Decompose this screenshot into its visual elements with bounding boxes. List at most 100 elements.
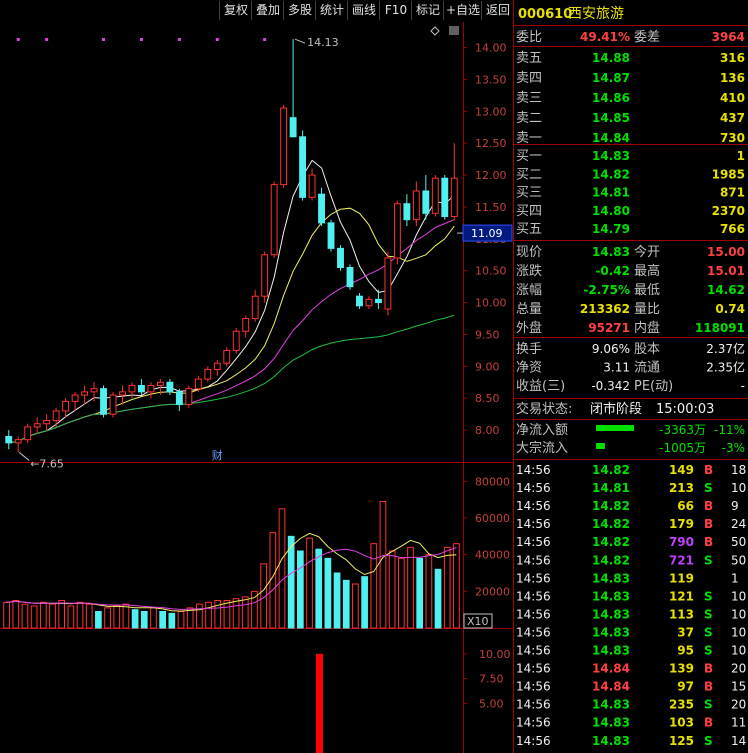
volume-bar[interactable] xyxy=(453,543,460,629)
volume-bar[interactable] xyxy=(39,601,47,629)
candle-body[interactable] xyxy=(223,349,231,364)
candle-body[interactable] xyxy=(175,391,183,406)
candle-body[interactable] xyxy=(441,177,449,217)
candle-body[interactable] xyxy=(33,423,41,428)
volume-bar[interactable] xyxy=(159,611,166,629)
candle-body[interactable] xyxy=(43,420,51,425)
candle-body[interactable] xyxy=(403,203,411,221)
toolbar-button[interactable]: 叠加 xyxy=(251,1,284,20)
candle-body[interactable] xyxy=(128,384,136,393)
volume-bar[interactable] xyxy=(95,611,102,629)
volume-bar[interactable] xyxy=(434,568,442,629)
volume-bar[interactable] xyxy=(67,605,75,629)
volume-bar[interactable] xyxy=(140,611,148,629)
volume-bar[interactable] xyxy=(352,583,359,629)
toolbar-button[interactable]: 标记 xyxy=(411,1,444,20)
volume-bar[interactable] xyxy=(131,609,139,629)
volume-bar[interactable] xyxy=(361,576,368,629)
volume-bar[interactable] xyxy=(342,579,350,629)
volume-bar[interactable] xyxy=(30,605,38,629)
volume-bar[interactable] xyxy=(223,600,231,629)
candle-body[interactable] xyxy=(393,203,401,259)
volume-bar[interactable] xyxy=(104,607,111,629)
candle-body[interactable] xyxy=(71,394,79,402)
candle-body[interactable] xyxy=(384,257,392,310)
volume-bar[interactable] xyxy=(425,554,433,629)
scroll-icon[interactable] xyxy=(449,26,459,35)
candle-body[interactable] xyxy=(156,381,164,386)
volume-bar[interactable] xyxy=(397,557,405,629)
volume-bar[interactable] xyxy=(407,546,414,629)
volume-bar[interactable] xyxy=(241,596,249,629)
candle-body[interactable] xyxy=(308,174,316,198)
volume-bar[interactable] xyxy=(150,607,157,629)
candle-body[interactable] xyxy=(289,117,297,138)
candle-body[interactable] xyxy=(14,439,22,444)
volume-bar[interactable] xyxy=(333,572,341,629)
candle-body[interactable] xyxy=(422,190,430,214)
volume-bar[interactable] xyxy=(379,501,387,629)
volume-bar[interactable] xyxy=(388,550,396,629)
candle-body[interactable] xyxy=(194,378,202,390)
candle-body[interactable] xyxy=(147,384,155,393)
volume-bar[interactable] xyxy=(85,603,93,629)
toolbar-button[interactable]: 返回 xyxy=(481,1,514,20)
volume-bar[interactable] xyxy=(49,603,56,629)
volume-bar[interactable] xyxy=(168,612,176,629)
volume-bar[interactable] xyxy=(205,601,212,629)
volume-bar[interactable] xyxy=(232,598,240,629)
kline-chart[interactable]: 14.0013.5013.0012.5012.0011.5011.0010.50… xyxy=(0,22,513,753)
indicator-bar[interactable] xyxy=(316,653,323,753)
candle-body[interactable] xyxy=(109,394,117,415)
candle-body[interactable] xyxy=(213,362,221,371)
toolbar-button[interactable]: +自选 xyxy=(443,1,482,20)
candle-body[interactable] xyxy=(365,298,373,307)
volume-bar[interactable] xyxy=(196,603,203,629)
candle-body[interactable] xyxy=(138,384,145,393)
candle-body[interactable] xyxy=(356,295,363,307)
candle-body[interactable] xyxy=(100,388,107,415)
candle-body[interactable] xyxy=(185,388,193,406)
toolbar-button[interactable]: 多股 xyxy=(283,1,316,20)
candle-body[interactable] xyxy=(90,388,98,393)
diamond-icon[interactable] xyxy=(430,26,440,36)
candle-body[interactable] xyxy=(24,426,32,441)
volume-bar[interactable] xyxy=(416,557,424,629)
volume-bar[interactable] xyxy=(113,605,121,629)
candle-body[interactable] xyxy=(5,435,13,444)
candle-body[interactable] xyxy=(166,381,174,393)
candle-body[interactable] xyxy=(299,136,307,198)
candle-body[interactable] xyxy=(204,369,212,380)
volume-bar[interactable] xyxy=(251,590,258,629)
volume-bar[interactable] xyxy=(12,600,20,629)
candle-body[interactable] xyxy=(261,254,269,297)
volume-bar[interactable] xyxy=(122,603,130,629)
candle-body[interactable] xyxy=(232,330,240,351)
volume-bar[interactable] xyxy=(370,543,378,629)
candle-body[interactable] xyxy=(318,193,325,224)
toolbar-button[interactable]: 画线 xyxy=(347,1,380,20)
volume-bar[interactable] xyxy=(443,546,451,629)
volume-bar[interactable] xyxy=(278,508,286,629)
candle-body[interactable] xyxy=(81,391,89,396)
candle-body[interactable] xyxy=(374,298,382,304)
volume-bar[interactable] xyxy=(177,611,185,629)
toolbar-button[interactable]: F10 xyxy=(379,1,412,20)
candle-body[interactable] xyxy=(450,177,458,217)
candle-body[interactable] xyxy=(119,391,126,396)
candle-body[interactable] xyxy=(280,107,288,186)
candle-body[interactable] xyxy=(327,222,335,249)
candle-body[interactable] xyxy=(52,410,60,422)
candle-body[interactable] xyxy=(242,318,250,332)
volume-bar[interactable] xyxy=(324,557,332,629)
candle-body[interactable] xyxy=(62,400,70,412)
candle-body[interactable] xyxy=(431,177,439,214)
finance-event-marker[interactable]: 财 xyxy=(212,448,223,462)
candle-body[interactable] xyxy=(337,247,344,269)
volume-bar[interactable] xyxy=(297,550,304,629)
volume-bar[interactable] xyxy=(315,548,323,629)
toolbar-button[interactable]: 复权 xyxy=(219,1,252,20)
volume-bar[interactable] xyxy=(21,603,29,629)
candle-body[interactable] xyxy=(412,190,420,221)
toolbar-button[interactable]: 统计 xyxy=(315,1,348,20)
